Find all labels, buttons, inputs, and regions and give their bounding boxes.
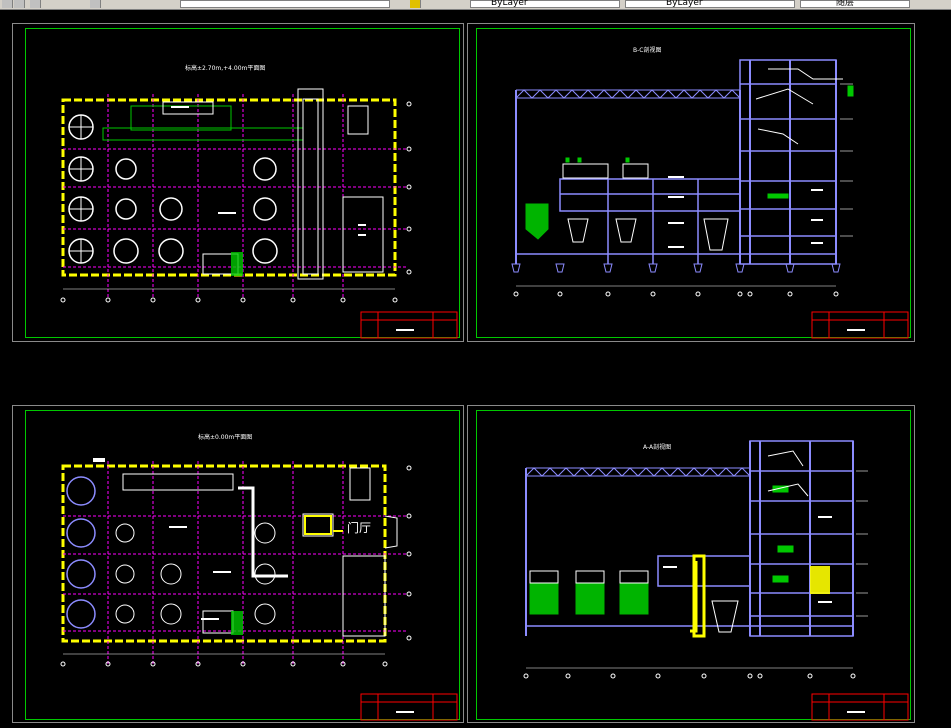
- layer-select[interactable]: [180, 0, 390, 8]
- title-block: [360, 311, 458, 339]
- title-block: [811, 311, 909, 339]
- tool-button[interactable]: [90, 0, 101, 8]
- drawing-sheet-bottom-left[interactable]: 标高±0.00m平面图 门厅: [12, 405, 464, 723]
- tool-button[interactable]: [30, 0, 41, 8]
- section-drawing: [523, 440, 909, 721]
- lineweight-select-label: 随层: [836, 0, 855, 8]
- title-block: [360, 693, 458, 721]
- lineweight-select[interactable]: 随层: [800, 0, 910, 8]
- tool-button[interactable]: [14, 0, 25, 8]
- linetype-select-label: ByLayer: [666, 0, 703, 8]
- color-select-label: ByLayer: [491, 0, 528, 8]
- section-drawing: [511, 59, 909, 339]
- color-select[interactable]: ByLayer: [470, 0, 620, 8]
- toolbar: ByLayer ByLayer 随层: [0, 0, 951, 10]
- tool-button[interactable]: [2, 0, 13, 8]
- ground-floor-plan-drawing: [60, 458, 458, 721]
- floor-plan-drawing: [60, 88, 458, 339]
- layer-icon[interactable]: [410, 0, 421, 8]
- linetype-select[interactable]: ByLayer: [625, 0, 795, 8]
- drawing-sheet-top-left[interactable]: 标高±2.70m,+4.00m平面图: [12, 23, 464, 342]
- drawing-sheet-top-right[interactable]: B-C剖视图: [467, 23, 915, 342]
- drawing-sheet-bottom-right[interactable]: A-A剖视图: [467, 405, 915, 723]
- title-block: [811, 693, 909, 721]
